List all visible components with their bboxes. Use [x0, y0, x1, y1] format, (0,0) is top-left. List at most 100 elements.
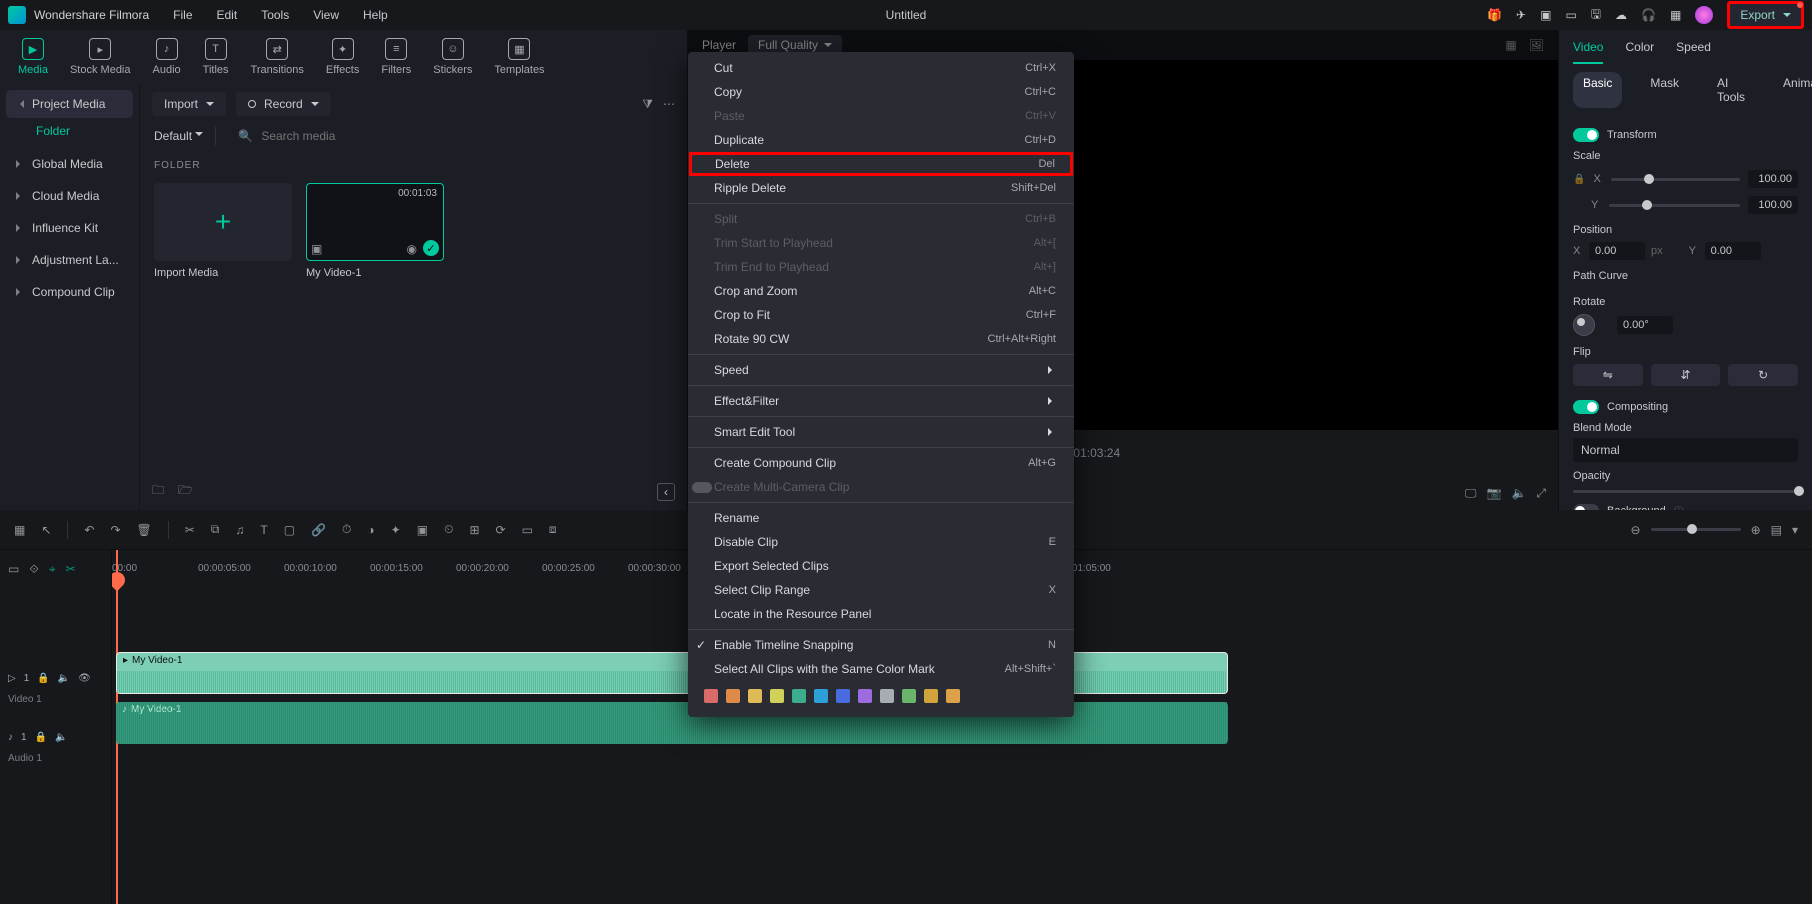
more-icon[interactable]: ⋯ [663, 97, 675, 111]
filter-icon[interactable]: ⧩ [642, 97, 653, 112]
mask-tool-icon[interactable]: ▢ [284, 523, 295, 537]
delete-icon[interactable]: 🗑 [137, 523, 152, 537]
import-media-tile[interactable]: + Import Media [154, 183, 292, 279]
display-icon[interactable]: 🖵 [1465, 486, 1477, 501]
tab-media[interactable]: ▶Media [18, 38, 48, 84]
grid-icon[interactable]: ▦ [1505, 38, 1516, 52]
ctx-create-compound-clip[interactable]: Create Compound ClipAlt+G [688, 451, 1074, 475]
split-icon[interactable]: ✂ [185, 523, 195, 537]
ctx-select-all-clips-with-the-same-color-mark[interactable]: Select All Clips with the Same Color Mar… [688, 657, 1074, 681]
headphones-icon[interactable]: 🎧 [1641, 8, 1656, 22]
sidebar-compound-clip[interactable]: Compound Clip [6, 278, 133, 306]
subtab-animation[interactable]: Animation [1773, 72, 1812, 108]
timeline-menu-icon[interactable]: ▾ [1792, 523, 1798, 537]
subtab-mask[interactable]: Mask [1640, 72, 1689, 108]
text-tool-icon[interactable]: T [260, 523, 267, 537]
tab-effects[interactable]: ✦Effects [326, 38, 359, 84]
menu-help[interactable]: Help [363, 8, 388, 22]
redo-icon[interactable]: ↷ [110, 523, 120, 537]
opacity-slider[interactable] [1573, 490, 1798, 493]
menu-edit[interactable]: Edit [217, 8, 238, 22]
lock-icon[interactable]: 🔒 [37, 673, 49, 684]
info-icon[interactable]: ⓘ [1674, 503, 1684, 510]
ctx-disable-clip[interactable]: Disable ClipE [688, 530, 1074, 554]
ctx-speed[interactable]: Speed [688, 358, 1074, 382]
ctx-crop-to-fit[interactable]: Crop to FitCtrl+F [688, 303, 1074, 327]
blend-mode-select[interactable]: Normal [1573, 438, 1798, 462]
flip-rotate-button[interactable]: ↻ [1728, 364, 1798, 386]
subtab-basic[interactable]: Basic [1573, 72, 1622, 108]
gift-icon[interactable]: 🎁 [1487, 8, 1502, 22]
flip-horizontal-button[interactable]: ⇋ [1573, 364, 1643, 386]
fullscreen-icon[interactable]: ⤢ [1536, 486, 1546, 501]
zoom-to-fit-icon[interactable]: ▤ [1771, 523, 1782, 537]
scale-y-value[interactable]: 100.00 [1748, 196, 1798, 214]
sidebar-global-media[interactable]: Global Media [6, 150, 133, 178]
apps-icon[interactable]: ▦ [1670, 8, 1681, 22]
render-icon[interactable]: ⟳ [496, 523, 506, 537]
pointer-icon[interactable]: ↖ [41, 523, 51, 537]
snapshot-small-icon[interactable]: 🖼 [1529, 38, 1544, 52]
ctx-effect-filter[interactable]: Effect&Filter [688, 389, 1074, 413]
cursor-link-icon[interactable]: ⟐ [29, 562, 38, 577]
undo-icon[interactable]: ↶ [84, 523, 94, 537]
color-swatch[interactable] [726, 689, 740, 703]
scale-x-value[interactable]: 100.00 [1748, 170, 1798, 188]
color-swatch[interactable] [792, 689, 806, 703]
zoom-out-icon[interactable]: ⊖ [1631, 523, 1641, 537]
export-button[interactable]: Export [1727, 1, 1804, 29]
color-swatch[interactable] [902, 689, 916, 703]
media-clip-tile[interactable]: 00:01:03 ▣ ◉ ✓ My Video-1 [306, 183, 444, 279]
ctx-export-selected-clips[interactable]: Export Selected Clips [688, 554, 1074, 578]
tab-templates[interactable]: ▦Templates [494, 38, 544, 84]
mute-icon[interactable]: 🔈 [58, 673, 70, 684]
scale-x-slider[interactable] [1611, 178, 1740, 181]
background-toggle[interactable] [1573, 504, 1599, 511]
color-swatch[interactable] [814, 689, 828, 703]
position-x-input[interactable]: 0.00 [1589, 242, 1645, 260]
eye-icon[interactable]: 👁 [78, 673, 91, 684]
ctx-crop-and-zoom[interactable]: Crop and ZoomAlt+C [688, 279, 1074, 303]
sort-dropdown[interactable]: Default [154, 129, 203, 143]
zoom-slider[interactable] [1651, 528, 1741, 531]
ptab-speed[interactable]: Speed [1676, 40, 1711, 64]
rotate-value[interactable]: 0.00° [1617, 316, 1673, 334]
magnet-icon[interactable]: ⌖ [49, 562, 56, 577]
zoom-fit-icon[interactable]: ⊞ [469, 523, 479, 537]
color-swatch[interactable] [924, 689, 938, 703]
tab-audio[interactable]: ♪Audio [153, 38, 181, 84]
timeline-layout-icon[interactable]: ▭ [8, 562, 19, 576]
ctx-enable-timeline-snapping[interactable]: Enable Timeline SnappingN [688, 633, 1074, 657]
snapshot-icon[interactable]: 📷 [1486, 486, 1501, 500]
colorwheel-icon[interactable]: ◑ [367, 523, 374, 537]
tab-filters[interactable]: ≡Filters [381, 38, 411, 84]
search-input[interactable] [261, 129, 663, 143]
group-icon[interactable]: ▭ [522, 523, 533, 537]
marker-icon[interactable]: ⏲ [444, 522, 453, 537]
music-icon[interactable]: ♫ [235, 523, 244, 537]
ctx-rotate-90-cw[interactable]: Rotate 90 CWCtrl+Alt+Right [688, 327, 1074, 351]
record-icon[interactable]: ▣ [1540, 8, 1551, 22]
avatar[interactable] [1695, 6, 1713, 24]
sidebar-adjustment-layer[interactable]: Adjustment La... [6, 246, 133, 274]
speed-icon[interactable]: ⏱ [342, 522, 351, 537]
cloud-icon[interactable]: ☁ [1615, 8, 1627, 22]
tab-transitions[interactable]: ⇄Transitions [251, 38, 304, 84]
color-swatch[interactable] [748, 689, 762, 703]
menu-view[interactable]: View [313, 8, 339, 22]
record-dropdown[interactable]: Record [236, 92, 331, 116]
ctx-smart-edit-tool[interactable]: Smart Edit Tool [688, 420, 1074, 444]
zoom-in-icon[interactable]: ⊕ [1751, 523, 1761, 537]
collapse-button[interactable]: ‹ [657, 483, 675, 501]
save-icon[interactable]: 🖫 [1591, 5, 1601, 26]
effect-icon[interactable]: ✦ [391, 523, 401, 537]
ctx-select-clip-range[interactable]: Select Clip RangeX [688, 578, 1074, 602]
menu-file[interactable]: File [173, 8, 192, 22]
crop-icon[interactable]: ⧉ [211, 522, 220, 537]
new-folder-icon[interactable]: 🗀 [152, 481, 164, 502]
scale-y-slider[interactable] [1609, 204, 1740, 207]
lock-icon[interactable]: 🔒 [1573, 174, 1585, 185]
link-icon[interactable]: 🔗 [311, 523, 326, 537]
detach-icon[interactable]: ⧈ [549, 522, 557, 537]
ctx-ripple-delete[interactable]: Ripple DeleteShift+Del [688, 176, 1074, 200]
